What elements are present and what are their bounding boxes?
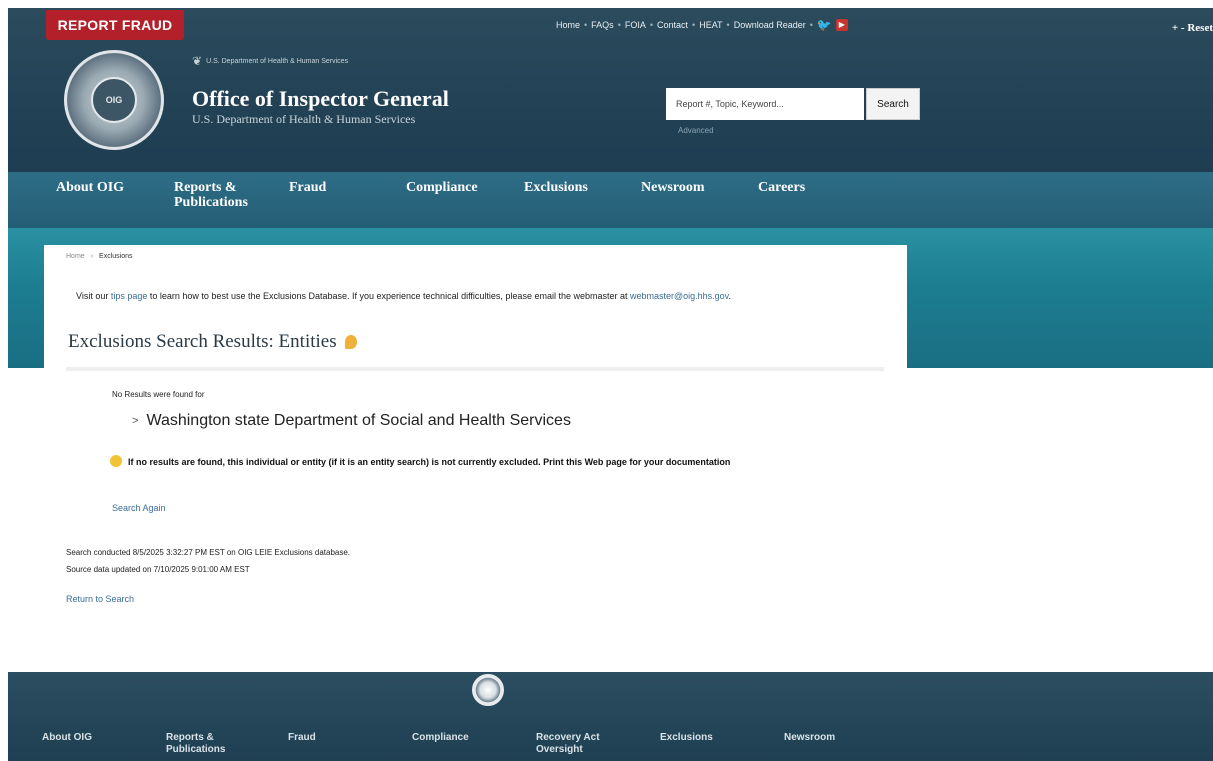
footer-seal-logo[interactable] bbox=[472, 674, 504, 706]
separator: • bbox=[617, 20, 621, 30]
nav-newsroom[interactable]: Newsroom bbox=[641, 180, 705, 195]
footer-about-oig[interactable]: About OIG bbox=[42, 732, 92, 744]
text-resize-controls[interactable]: + - Reset bbox=[1172, 22, 1213, 34]
search-button[interactable]: Search bbox=[866, 88, 920, 120]
utility-link-foia[interactable]: FOIA bbox=[625, 20, 646, 30]
utility-links: Home • FAQs • FOIA • Contact • HEAT • Do… bbox=[556, 18, 848, 32]
utility-link-home[interactable]: Home bbox=[556, 20, 580, 30]
dept-tagline: ❦ U.S. Department of Health & Human Serv… bbox=[192, 54, 348, 68]
separator: • bbox=[809, 20, 813, 30]
page-title-text: Exclusions Search Results: Entities bbox=[68, 331, 337, 352]
help-icon[interactable] bbox=[344, 335, 357, 349]
search-input[interactable]: Report #, Topic, Keyword... bbox=[666, 88, 864, 120]
source-updated-text: Source data updated on 7/10/2025 9:01:00… bbox=[66, 565, 250, 574]
hhs-eagle-icon: ❦ bbox=[192, 54, 203, 68]
search-query-text: Washington state Department of Social an… bbox=[146, 412, 571, 429]
return-to-search-link[interactable]: Return to Search bbox=[66, 594, 134, 604]
dept-tagline-text: U.S. Department of Health & Human Servic… bbox=[206, 57, 349, 65]
page-title: Exclusions Search Results: Entities bbox=[68, 331, 357, 353]
webmaster-email-link[interactable]: webmaster@oig.hhs.gov bbox=[630, 291, 729, 301]
site-subtitle: U.S. Department of Health & Human Servic… bbox=[192, 112, 416, 126]
nav-about-oig[interactable]: About OIG bbox=[56, 180, 124, 195]
no-results-label: No Results were found for bbox=[112, 390, 205, 399]
footer-exclusions[interactable]: Exclusions bbox=[660, 732, 713, 744]
tips-text-middle: to learn how to best use the Exclusions … bbox=[147, 291, 630, 301]
main-nav: About OIG Reports & Publications Fraud C… bbox=[8, 172, 1213, 228]
tips-message: Visit our tips page to learn how to best… bbox=[76, 291, 731, 301]
breadcrumb: Home › Exclusions bbox=[66, 253, 133, 260]
tips-text-after: . bbox=[728, 291, 732, 301]
utility-link-download-reader[interactable]: Download Reader bbox=[734, 20, 806, 30]
footer-recovery-act-oversight[interactable]: Recovery Act Oversight bbox=[536, 732, 626, 756]
info-icon bbox=[110, 455, 122, 467]
search-query: > Washington state Department of Social … bbox=[132, 412, 571, 430]
utility-link-faqs[interactable]: FAQs bbox=[591, 20, 614, 30]
exclusion-note-text: If no results are found, this individual… bbox=[128, 457, 731, 467]
youtube-icon[interactable]: ▶ bbox=[835, 19, 848, 31]
content-card: Home › Exclusions Visit our tips page to… bbox=[44, 245, 907, 685]
twitter-icon[interactable]: 🐦 bbox=[817, 18, 832, 32]
site-header: REPORT FRAUD Home • FAQs • FOIA • Contac… bbox=[8, 8, 1213, 172]
exclusion-note: If no results are found, this individual… bbox=[110, 455, 870, 469]
site-title[interactable]: Office of Inspector General bbox=[192, 86, 449, 112]
breadcrumb-current: Exclusions bbox=[99, 253, 133, 260]
nav-fraud[interactable]: Fraud bbox=[289, 180, 326, 195]
utility-link-contact[interactable]: Contact bbox=[657, 20, 688, 30]
separator: • bbox=[692, 20, 696, 30]
footer-newsroom[interactable]: Newsroom bbox=[784, 732, 835, 744]
nav-reports-publications[interactable]: Reports & Publications bbox=[174, 180, 270, 210]
advanced-search-link[interactable]: Advanced bbox=[678, 126, 714, 135]
site-footer: About OIG Reports & Publications Fraud C… bbox=[8, 672, 1213, 761]
separator: • bbox=[726, 20, 730, 30]
footer-reports-publications[interactable]: Reports & Publications bbox=[166, 732, 246, 756]
separator: • bbox=[649, 20, 654, 30]
footer-fraud[interactable]: Fraud bbox=[288, 732, 316, 744]
nav-compliance[interactable]: Compliance bbox=[406, 180, 478, 195]
report-fraud-button[interactable]: REPORT FRAUD bbox=[46, 10, 184, 40]
nav-careers[interactable]: Careers bbox=[758, 180, 805, 195]
breadcrumb-home[interactable]: Home bbox=[66, 253, 85, 260]
nav-exclusions[interactable]: Exclusions bbox=[524, 180, 588, 195]
utility-link-heat[interactable]: HEAT bbox=[699, 20, 722, 30]
seal-center: OIG bbox=[91, 77, 137, 123]
arrow-right-icon: > bbox=[132, 415, 139, 427]
oig-seal-logo[interactable]: OIG bbox=[64, 50, 164, 150]
breadcrumb-separator: › bbox=[90, 253, 94, 260]
search-conducted-text: Search conducted 8/5/2025 3:32:27 PM EST… bbox=[66, 548, 351, 557]
tips-page-link[interactable]: tips page bbox=[111, 291, 148, 301]
separator: • bbox=[584, 20, 588, 30]
search-again-link[interactable]: Search Again bbox=[112, 503, 166, 513]
divider bbox=[66, 367, 884, 371]
footer-compliance[interactable]: Compliance bbox=[412, 732, 469, 744]
tips-text-before: Visit our bbox=[76, 291, 111, 301]
